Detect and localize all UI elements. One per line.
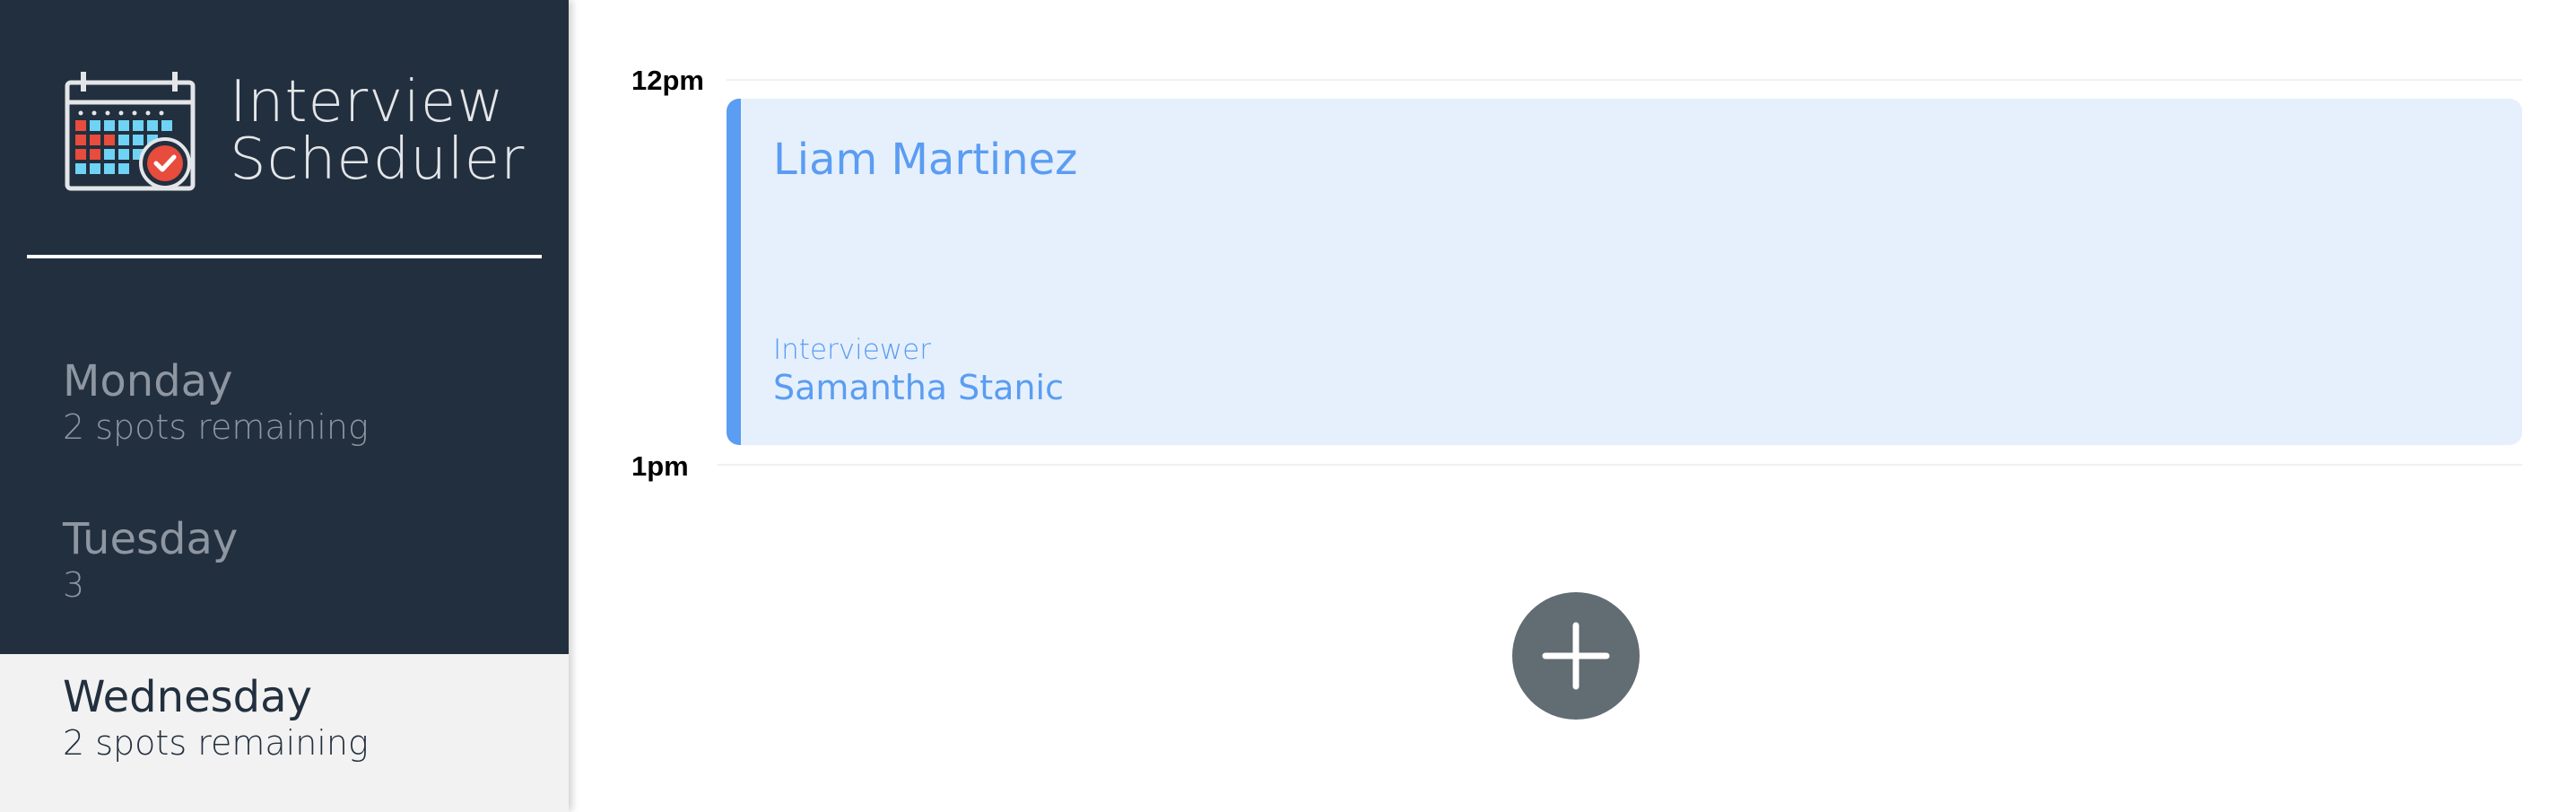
plus-icon xyxy=(1542,622,1610,690)
add-appointment-button[interactable] xyxy=(1512,592,1640,720)
app-title-line2: Scheduler xyxy=(230,127,526,193)
time-divider xyxy=(727,79,2522,81)
day-spots-remaining: 2 spots remaining xyxy=(63,407,369,447)
day-list: Monday 2 spots remaining Tuesday 3 Wedne… xyxy=(0,338,569,812)
day-name: Wednesday xyxy=(63,672,312,722)
appointment-card[interactable]: Liam Martinez Interviewer Samantha Stani… xyxy=(727,99,2522,445)
app-brand: Interview Scheduler xyxy=(65,70,525,192)
time-divider xyxy=(718,464,2522,466)
schedule: 12pm Liam Martinez Interviewer Samantha … xyxy=(569,0,2576,811)
interviewer-name: Samantha Stanic xyxy=(773,368,1064,407)
time-label-12pm: 12pm xyxy=(631,65,704,96)
day-name: Monday xyxy=(63,356,233,406)
day-spots-remaining: 3 xyxy=(63,565,85,605)
app-title: Interview Scheduler xyxy=(230,74,525,188)
time-label-1pm: 1pm xyxy=(631,450,689,482)
day-spots-remaining: 2 spots remaining xyxy=(63,723,369,763)
day-name: Tuesday xyxy=(63,514,239,564)
sidebar: Interview Scheduler Monday 2 spots remai… xyxy=(0,0,569,812)
calendar-check-icon xyxy=(65,72,196,191)
app-title-line1: Interview xyxy=(230,69,505,135)
student-name: Liam Martinez xyxy=(773,135,1078,185)
sidebar-divider xyxy=(27,255,542,258)
day-item-monday[interactable]: Monday 2 spots remaining xyxy=(0,338,569,496)
interviewer-label: Interviewer xyxy=(773,334,931,366)
day-item-tuesday[interactable]: Tuesday 3 xyxy=(0,496,569,654)
day-item-wednesday[interactable]: Wednesday 2 spots remaining xyxy=(0,654,569,812)
